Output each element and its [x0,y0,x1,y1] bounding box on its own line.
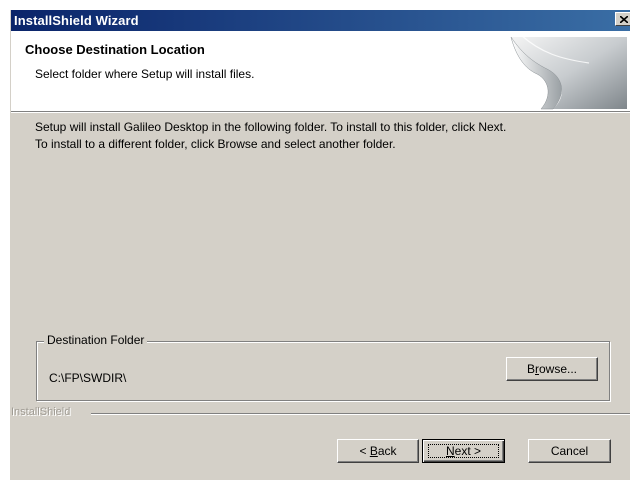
installshield-brand: InstallShield [11,406,71,418]
title-bar[interactable]: InstallShield Wizard [11,10,630,31]
back-button[interactable]: < Back [337,439,419,463]
instructions-line-2: To install to a different folder, click … [35,137,396,151]
header-title: Choose Destination Location [25,42,205,57]
cancel-button[interactable]: Cancel [528,439,611,463]
next-button[interactable]: Next > [422,439,505,463]
header-panel: Choose Destination Location Select folde… [11,31,630,111]
browse-button[interactable]: Browse... [506,357,598,381]
header-subtitle: Select folder where Setup will install f… [35,67,255,81]
instructions-text: Setup will install Galileo Desktop in th… [35,119,615,153]
close-button[interactable] [615,12,630,26]
instructions-line-1: Setup will install Galileo Desktop in th… [35,120,507,134]
page-curl-icon [510,34,627,110]
window-title: InstallShield Wizard [14,13,139,28]
close-icon [620,16,628,23]
installshield-wizard-window: InstallShield Wizard Choose Destination … [10,10,630,480]
destination-folder-label: Destination Folder [44,333,148,347]
destination-path: C:\FP\SWDIR\ [49,371,127,385]
